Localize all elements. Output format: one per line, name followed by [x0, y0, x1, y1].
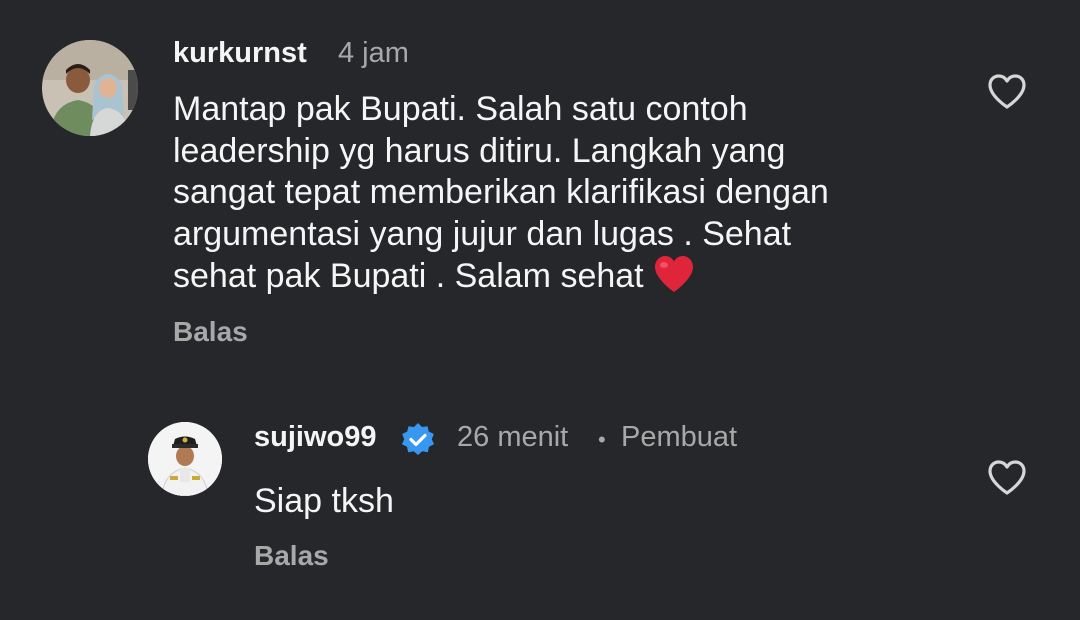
avatar-photo	[148, 422, 222, 496]
avatar[interactable]	[148, 422, 222, 496]
reply-comment-item: sujiwo99 26 menit • Pembuat Siap tksh Ba…	[0, 380, 1080, 620]
heart-outline-icon	[988, 460, 1026, 495]
comment-text-line: Mantap pak Bupati. Salah satu contoh	[173, 90, 748, 128]
comment-text-line: leadership yg harus ditiru. Langkah yang	[173, 131, 786, 170]
like-button[interactable]	[985, 70, 1029, 114]
comment-item: kurkurnst 4 jam Mantap pak Bupati. Salah…	[0, 0, 1080, 380]
reply-button[interactable]: Balas	[173, 316, 248, 348]
comment-timestamp: 4 jam	[338, 37, 409, 69]
avatar[interactable]	[42, 40, 138, 136]
comment-username[interactable]: kurkurnst	[173, 37, 307, 70]
avatar-photo	[42, 40, 138, 136]
comment-text-line: argumentasi yang jujur dan lugas . Sehat	[173, 214, 792, 253]
like-button[interactable]	[985, 456, 1029, 500]
comment-text-line: sehat pak Bupati . Salam sehat	[173, 257, 644, 295]
reply-button[interactable]: Balas	[254, 540, 329, 572]
author-tag: Pembuat	[621, 421, 738, 453]
comment-timestamp: 26 menit	[457, 421, 569, 453]
comment-text-line-last: sehat pak Bupati . Salam sehat	[173, 255, 953, 304]
comment-text: Mantap pak Bupati. Salah satu contoh lea…	[173, 89, 953, 304]
red-heart-emoji-icon	[653, 255, 695, 304]
comments-thread: kurkurnst 4 jam Mantap pak Bupati. Salah…	[0, 0, 1080, 620]
separator-dot: •	[598, 427, 606, 452]
comment-username[interactable]: sujiwo99	[254, 421, 377, 454]
comment-text: Siap tksh	[254, 482, 394, 520]
heart-outline-icon	[988, 74, 1026, 109]
verified-badge-icon	[400, 422, 436, 463]
comment-text-line: sangat tepat memberikan klarifikasi deng…	[173, 173, 829, 211]
